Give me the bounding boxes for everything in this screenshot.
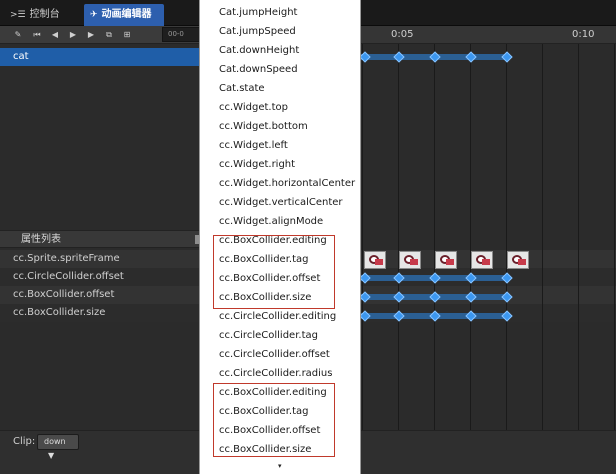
edit-icon[interactable]: ✎ — [12, 29, 24, 41]
menu-item[interactable]: Cat.jumpSpeed — [219, 23, 296, 41]
property-list-header: 属性列表 — [0, 230, 200, 248]
menu-item[interactable]: cc.Widget.horizontalCenter — [219, 175, 355, 193]
timeline-tab-strip — [361, 0, 616, 26]
menu-item[interactable]: Cat.downHeight — [219, 42, 299, 60]
property-row[interactable]: cc.BoxCollider.offset — [0, 286, 200, 304]
terminal-icon: >☰ — [10, 10, 26, 20]
node-item-cat[interactable]: cat — [0, 48, 200, 66]
property-row[interactable]: cc.CircleCollider.offset — [0, 268, 200, 286]
chevron-down-icon: ▼ — [48, 451, 55, 460]
menu-item[interactable]: cc.BoxCollider.editing — [219, 384, 327, 402]
next-frame-icon[interactable]: ▶ — [85, 29, 97, 41]
tab-animation-editor[interactable]: ✈ 动画编辑器 — [84, 4, 164, 26]
current-time-field[interactable]: 00-0 — [162, 27, 200, 42]
menu-item[interactable]: cc.BoxCollider.tag — [219, 403, 308, 421]
sprite-frame-thumbnail[interactable] — [399, 251, 421, 269]
play-icon[interactable]: ▶ — [67, 29, 79, 41]
menu-item[interactable]: Cat.downSpeed — [219, 61, 298, 79]
menu-item[interactable]: cc.BoxCollider.offset — [219, 422, 320, 440]
sprite-frame-thumbnail[interactable] — [435, 251, 457, 269]
animation-editor-window: >☰ 控制台 ✈ 动画编辑器 ✎ ⏮ ◀ ▶ ▶ ⧉ ⊞ 00-0 cat 属性列表… — [0, 0, 616, 474]
clip-select[interactable]: down ▼ — [37, 434, 79, 460]
grid-line — [542, 44, 543, 430]
menu-item[interactable]: cc.BoxCollider.size — [219, 441, 311, 459]
add-clip-icon[interactable]: ⊞ — [121, 29, 133, 41]
menu-item[interactable]: cc.BoxCollider.editing — [219, 232, 327, 250]
property-list-title: 属性列表 — [21, 234, 61, 245]
tab-console-label: 控制台 — [29, 9, 60, 20]
grid-line — [398, 44, 399, 430]
menu-item[interactable]: Cat.state — [219, 80, 265, 98]
menu-item[interactable]: cc.Widget.alignMode — [219, 213, 323, 231]
sprite-frame-thumbnail[interactable] — [364, 251, 386, 269]
menu-item[interactable]: cc.CircleCollider.editing — [219, 308, 336, 326]
grid-line — [362, 44, 363, 430]
menu-item[interactable]: cc.CircleCollider.offset — [219, 346, 330, 364]
menu-item[interactable]: cc.BoxCollider.offset — [219, 270, 320, 288]
ruler-label: 0:10 — [572, 29, 595, 40]
property-list: cc.Sprite.spriteFrame cc.CircleCollider.… — [0, 248, 200, 430]
add-event-icon[interactable]: ⧉ — [103, 29, 115, 41]
menu-item[interactable]: cc.CircleCollider.radius — [219, 365, 332, 383]
grid-line — [434, 44, 435, 430]
running-figure-icon: ✈ — [90, 10, 98, 20]
sprite-frame-thumbnail[interactable] — [471, 251, 493, 269]
menu-item[interactable]: cc.BoxCollider.tag — [219, 251, 308, 269]
ruler-label: 0:05 — [391, 29, 414, 40]
property-row[interactable]: cc.Sprite.spriteFrame — [0, 250, 200, 268]
property-row[interactable]: cc.BoxCollider.size — [0, 304, 200, 322]
menu-item[interactable]: cc.CircleCollider.tag — [219, 327, 318, 345]
tab-console[interactable]: >☰ 控制台 — [4, 4, 80, 26]
node-tree-panel: cat — [0, 44, 200, 230]
clip-select-value: down — [44, 437, 66, 446]
time-ruler[interactable]: 0:05 0:10 — [361, 26, 616, 44]
menu-item[interactable]: cc.BoxCollider.size — [219, 289, 311, 307]
previous-frame-icon[interactable]: ◀ — [49, 29, 61, 41]
add-property-menu: Cat.jumpHeight Cat.jumpSpeed Cat.downHei… — [199, 0, 361, 474]
sprite-frame-thumbnail[interactable] — [507, 251, 529, 269]
menu-item[interactable]: Cat.jumpHeight — [219, 4, 297, 22]
menu-item[interactable]: cc.Widget.right — [219, 156, 295, 174]
jump-to-start-icon[interactable]: ⏮ — [31, 29, 43, 41]
timeline-panel: 0:05 0:10 — [359, 0, 616, 474]
grid-line — [578, 44, 579, 430]
tab-animation-editor-label: 动画编辑器 — [101, 9, 152, 20]
grid-line — [506, 44, 507, 430]
menu-scroll-down-icon[interactable]: ▾ — [278, 462, 282, 470]
menu-item[interactable]: cc.Widget.bottom — [219, 118, 308, 136]
grid-line — [470, 44, 471, 430]
menu-item[interactable]: cc.Widget.top — [219, 99, 288, 117]
timeline-bottom-bar — [361, 430, 616, 474]
clip-label: Clip: — [13, 436, 36, 447]
menu-item[interactable]: cc.Widget.verticalCenter — [219, 194, 343, 212]
menu-item[interactable]: cc.Widget.left — [219, 137, 288, 155]
grid-line — [614, 44, 615, 430]
